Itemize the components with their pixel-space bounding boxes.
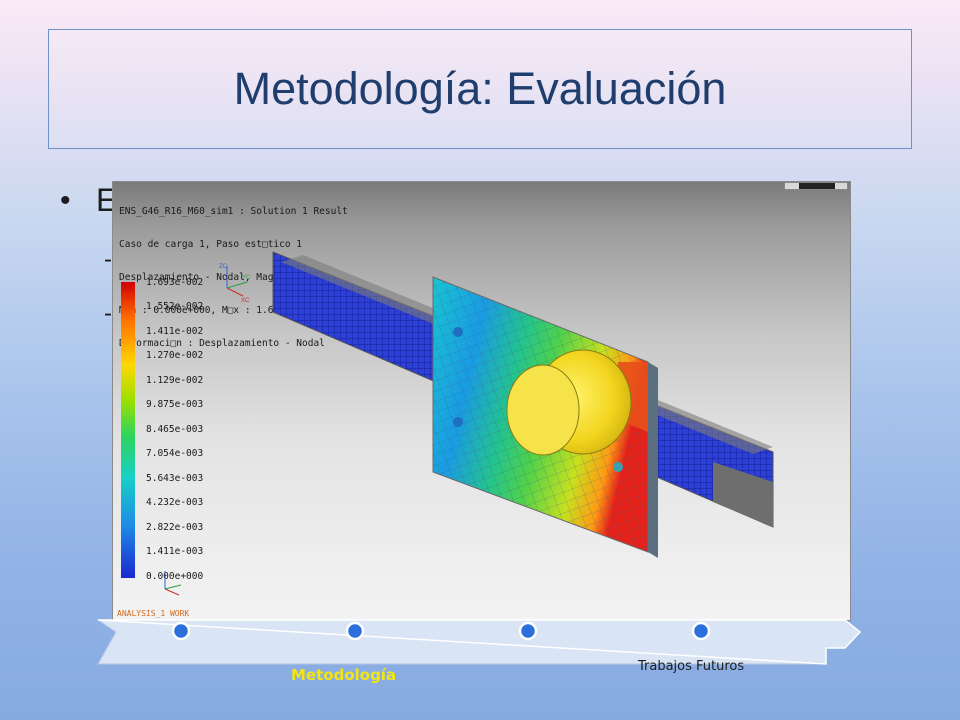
slide-title: Metodología: Evaluación bbox=[233, 63, 727, 114]
legend-label: 1.411e-003 bbox=[146, 546, 204, 557]
timeline-dot-2[interactable] bbox=[345, 621, 365, 641]
legend-label: 1.270e-002 bbox=[146, 350, 204, 361]
legend-label: 1.129e-002 bbox=[146, 375, 204, 386]
legend-label: 7.054e-003 bbox=[146, 448, 204, 459]
triad-z-label: ZC bbox=[219, 264, 228, 270]
legend-label: 8.465e-003 bbox=[146, 424, 204, 435]
small-triad-icon bbox=[164, 571, 182, 596]
color-legend-bar bbox=[121, 282, 135, 578]
bullet-marker: • bbox=[60, 184, 71, 217]
timeline-dot-4[interactable] bbox=[691, 621, 711, 641]
legend-label: 5.643e-003 bbox=[146, 473, 204, 484]
simulation-screenshot: ENS_G46_R16_M60_sim1 : Solution 1 Result… bbox=[112, 181, 851, 621]
timeline-step-future[interactable]: Trabajos Futuros bbox=[638, 659, 744, 674]
timeline-nav bbox=[96, 619, 862, 665]
timeline-dot-3[interactable] bbox=[518, 621, 538, 641]
legend-label: 1.552e-002 bbox=[146, 301, 204, 312]
legend-label: 2.822e-003 bbox=[146, 522, 204, 533]
sub-bullet-dash-2: - bbox=[104, 300, 112, 327]
triad-y-label: YC bbox=[242, 275, 251, 281]
title-box: Metodología: Evaluación bbox=[48, 29, 912, 149]
fea-model bbox=[272, 251, 774, 558]
timeline-dot-1[interactable] bbox=[171, 621, 191, 641]
coordinate-triad-icon: ZC YC XC bbox=[219, 264, 251, 302]
legend-label: 1.693e-002 bbox=[146, 277, 204, 288]
sub-bullet-dash-1: - bbox=[104, 246, 112, 273]
triad-x-label: XC bbox=[241, 298, 250, 302]
legend-label: 1.411e-002 bbox=[146, 326, 204, 337]
legend-label: 4.232e-003 bbox=[146, 497, 204, 508]
timeline-step-active[interactable]: Metodología bbox=[291, 666, 396, 684]
legend-label: 9.875e-003 bbox=[146, 399, 204, 410]
